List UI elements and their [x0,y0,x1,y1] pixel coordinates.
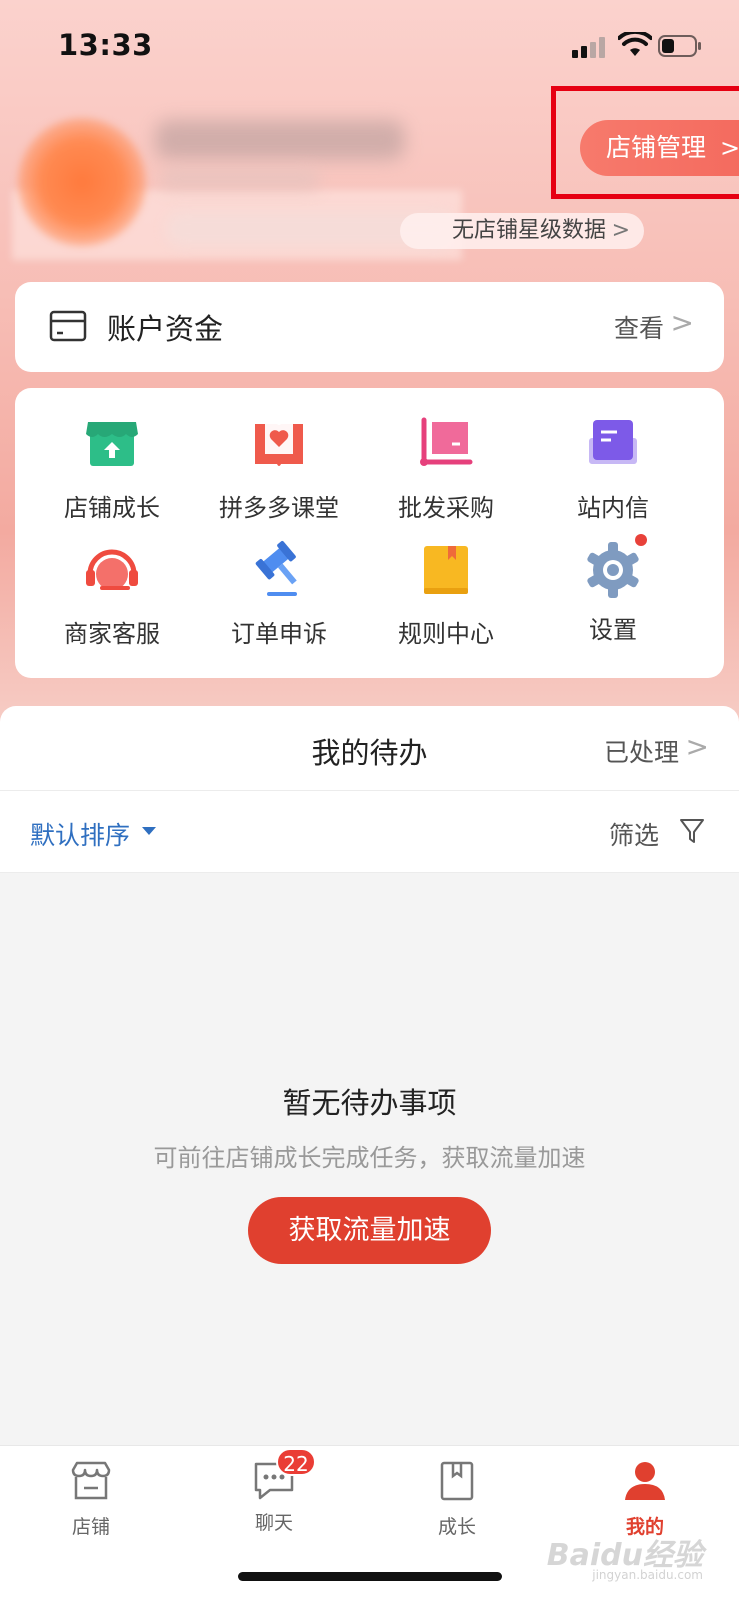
wifi-icon [618,32,652,56]
grid-item-settings[interactable]: 设置 [528,534,698,645]
filter-button[interactable]: 筛选 [609,816,659,852]
chevron-right-icon: > [670,306,694,339]
sort-dropdown[interactable]: 默认排序 [30,816,130,852]
grid-item-inbox[interactable]: 站内信 [528,414,698,523]
card-icon [49,310,87,342]
gear-icon [587,542,639,598]
person-icon [625,1462,665,1500]
store-growth-icon [86,422,138,466]
avatar[interactable] [18,118,146,246]
tab-label: 聊天 [254,1512,293,1534]
funnel-icon [680,819,704,843]
grid-item-customer-service[interactable]: 商家客服 [27,540,197,649]
headset-icon [86,549,138,590]
empty-title: 暂无待办事项 [282,1086,457,1120]
processed-link[interactable]: 已处理 [604,733,679,769]
settings-icon-wrap [583,534,647,600]
tab-mine[interactable]: 我的 [585,1460,705,1539]
bookmark-icon [440,1461,474,1501]
signal-icon [572,36,608,58]
grid-label: 商家客服 [64,620,160,648]
tab-label: 成长 [437,1516,476,1538]
grid-label: 订单申诉 [231,620,327,648]
unread-badge: 22 [276,1448,316,1476]
tab-growth[interactable]: 成长 [397,1460,517,1539]
filter-row: 默认排序 筛选 [0,791,739,873]
store-icon [71,1461,111,1500]
account-funds-title: 账户资金 [107,312,224,346]
store-manage-label: 店铺管理 [606,133,707,162]
grid-label: 批发采购 [398,494,494,522]
get-traffic-boost-button[interactable]: 获取流量加速 [248,1197,491,1264]
grid-item-rule-center[interactable]: 规则中心 [361,540,531,649]
account-funds-card[interactable]: 账户资金 查看 > [15,282,724,372]
battery-icon [658,35,701,57]
home-indicator[interactable] [238,1572,502,1581]
store-rating-pill[interactable]: 无店铺星级数据 > [400,213,644,249]
store-manage-button[interactable]: 店铺管理 > [580,120,739,176]
grid-label: 站内信 [577,494,649,522]
blurred-store-subtitle [160,168,320,190]
view-link[interactable]: 查看 [614,309,664,345]
grid-label: 规则中心 [398,620,494,648]
store-rating-label: 无店铺星级数据 [452,218,607,243]
tab-label: 店铺 [71,1516,110,1538]
function-grid: 店铺成长 拼多多课堂 批发采购 站内信 商家客服 订单申诉 规则中心 设置 [15,388,724,678]
tab-store[interactable]: 店铺 [31,1460,151,1539]
gavel-icon [255,540,297,596]
rule-book-icon [424,546,468,594]
grid-label: 拼多多课堂 [219,494,339,522]
status-bar: 13:33 [0,0,739,90]
grid-label: 设置 [589,616,637,644]
cart-icon [420,417,473,466]
empty-subtitle: 可前往店铺成长完成任务，获取流量加速 [153,1144,586,1172]
baidu-watermark-url: jingyan.baidu.com [592,1568,703,1582]
grid-item-wholesale[interactable]: 批发采购 [361,414,531,523]
tab-chat[interactable]: 22 聊天 [214,1448,334,1535]
caret-down-icon [142,827,156,835]
grid-item-store-growth[interactable]: 店铺成长 [27,414,197,523]
mail-icon [589,420,637,464]
blurred-store-name [155,120,405,160]
chat-icon-wrap: 22 [252,1448,316,1502]
chevron-right-icon: > [685,730,709,763]
todo-header: 我的待办 已处理 > [0,706,739,791]
chevron-right-icon: > [611,218,630,243]
book-heart-icon [255,422,303,466]
grid-item-pdd-class[interactable]: 拼多多课堂 [194,414,364,523]
chevron-right-icon: > [720,134,739,162]
grid-label: 店铺成长 [64,494,160,522]
grid-item-order-appeal[interactable]: 订单申诉 [194,540,364,649]
notification-dot [635,534,647,546]
status-time: 13:33 [58,28,153,62]
